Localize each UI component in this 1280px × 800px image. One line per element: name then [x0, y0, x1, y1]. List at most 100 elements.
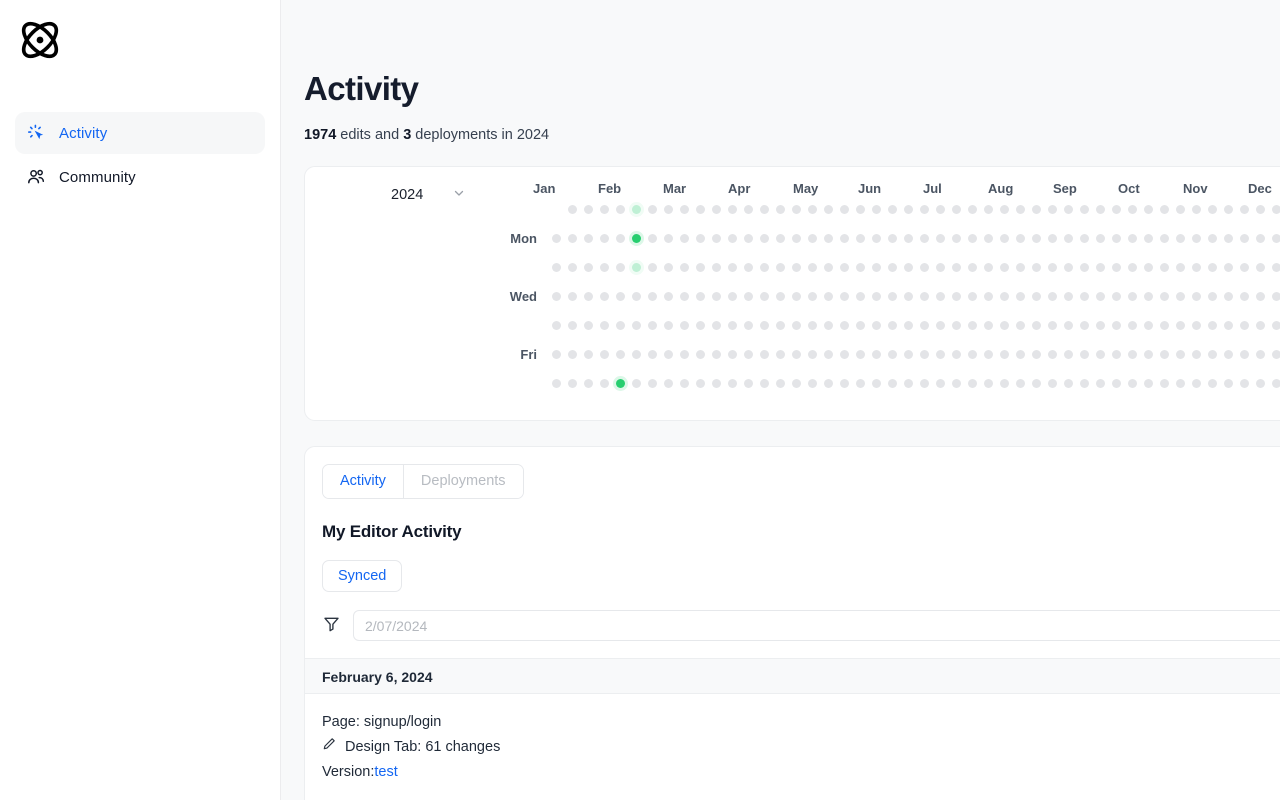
- heatmap-cell[interactable]: [1092, 253, 1108, 282]
- heatmap-cell[interactable]: [740, 369, 756, 398]
- heatmap-cell[interactable]: [1076, 282, 1092, 311]
- heatmap-cell[interactable]: [612, 195, 628, 224]
- heatmap-cell[interactable]: [548, 369, 564, 398]
- heatmap-cell[interactable]: [580, 311, 596, 340]
- heatmap-cell[interactable]: [724, 195, 740, 224]
- heatmap-cell[interactable]: [804, 340, 820, 369]
- heatmap-cell[interactable]: [1188, 311, 1204, 340]
- heatmap-cell[interactable]: [1060, 311, 1076, 340]
- heatmap-cell[interactable]: [948, 311, 964, 340]
- heatmap-cell[interactable]: [1252, 224, 1268, 253]
- heatmap-cell[interactable]: [596, 224, 612, 253]
- heatmap-cell[interactable]: [852, 340, 868, 369]
- heatmap-cell[interactable]: [564, 253, 580, 282]
- heatmap-cell[interactable]: [1188, 282, 1204, 311]
- heatmap-cell[interactable]: [1092, 311, 1108, 340]
- heatmap-cell[interactable]: [884, 253, 900, 282]
- heatmap-cell[interactable]: [740, 282, 756, 311]
- heatmap-cell[interactable]: [820, 340, 836, 369]
- heatmap-cell[interactable]: [772, 311, 788, 340]
- heatmap-cell[interactable]: [1252, 253, 1268, 282]
- heatmap-cell[interactable]: [1060, 253, 1076, 282]
- heatmap-cell[interactable]: [1188, 340, 1204, 369]
- sidebar-item-community[interactable]: Community: [15, 156, 265, 198]
- heatmap-cell[interactable]: [1252, 369, 1268, 398]
- heatmap-cell[interactable]: [1076, 311, 1092, 340]
- heatmap-cell[interactable]: [1156, 195, 1172, 224]
- heatmap-cell[interactable]: [868, 195, 884, 224]
- heatmap-cell[interactable]: [964, 195, 980, 224]
- heatmap-cell[interactable]: [868, 311, 884, 340]
- heatmap-cell[interactable]: [868, 224, 884, 253]
- heatmap-cell[interactable]: [1124, 224, 1140, 253]
- heatmap-cell[interactable]: [1012, 253, 1028, 282]
- heatmap-cell[interactable]: [788, 282, 804, 311]
- heatmap-cell[interactable]: [564, 282, 580, 311]
- heatmap-cell[interactable]: [804, 253, 820, 282]
- heatmap-cell[interactable]: [788, 224, 804, 253]
- heatmap-cell[interactable]: [692, 253, 708, 282]
- heatmap-cell[interactable]: [948, 340, 964, 369]
- heatmap-cell[interactable]: [836, 282, 852, 311]
- heatmap-cell[interactable]: [660, 369, 676, 398]
- heatmap-cell[interactable]: [1220, 224, 1236, 253]
- heatmap-cell[interactable]: [676, 311, 692, 340]
- heatmap-cell[interactable]: [1124, 253, 1140, 282]
- heatmap-cell[interactable]: [836, 224, 852, 253]
- heatmap-cell[interactable]: [724, 224, 740, 253]
- heatmap-cell[interactable]: [1204, 369, 1220, 398]
- heatmap-cell[interactable]: [948, 224, 964, 253]
- heatmap-cell[interactable]: [756, 224, 772, 253]
- heatmap-cell[interactable]: [1012, 369, 1028, 398]
- heatmap-cell[interactable]: [1140, 253, 1156, 282]
- heatmap-cell[interactable]: [756, 282, 772, 311]
- heatmap-cell[interactable]: [580, 253, 596, 282]
- heatmap-cell[interactable]: [1172, 195, 1188, 224]
- heatmap-cell[interactable]: [628, 224, 644, 253]
- heatmap-cell[interactable]: [980, 224, 996, 253]
- heatmap-cell[interactable]: [1044, 340, 1060, 369]
- heatmap-cell[interactable]: [1236, 340, 1252, 369]
- heatmap-cell[interactable]: [740, 195, 756, 224]
- tab-activity[interactable]: Activity: [323, 465, 403, 498]
- heatmap-cell[interactable]: [1220, 311, 1236, 340]
- heatmap-cell[interactable]: [932, 311, 948, 340]
- heatmap-cell[interactable]: [564, 311, 580, 340]
- heatmap-cell[interactable]: [804, 282, 820, 311]
- heatmap-cell[interactable]: [1220, 195, 1236, 224]
- heatmap-cell[interactable]: [1268, 195, 1280, 224]
- heatmap-cell[interactable]: [852, 282, 868, 311]
- heatmap-cell[interactable]: [612, 253, 628, 282]
- heatmap-cell[interactable]: [1140, 224, 1156, 253]
- heatmap-cell[interactable]: [644, 195, 660, 224]
- heatmap-cell[interactable]: [900, 253, 916, 282]
- heatmap-cell[interactable]: [676, 195, 692, 224]
- heatmap-cell[interactable]: [628, 340, 644, 369]
- funnel-icon[interactable]: [322, 614, 341, 638]
- heatmap-cell[interactable]: [820, 195, 836, 224]
- heatmap-cell[interactable]: [916, 224, 932, 253]
- heatmap-cell[interactable]: [1108, 369, 1124, 398]
- heatmap-cell[interactable]: [932, 253, 948, 282]
- heatmap-cell[interactable]: [1236, 282, 1252, 311]
- heatmap-cell[interactable]: [996, 311, 1012, 340]
- heatmap-cell[interactable]: [1156, 253, 1172, 282]
- heatmap-cell[interactable]: [964, 369, 980, 398]
- heatmap-cell[interactable]: [1268, 253, 1280, 282]
- heatmap-cell[interactable]: [900, 311, 916, 340]
- heatmap-cell[interactable]: [916, 340, 932, 369]
- heatmap-cell[interactable]: [708, 253, 724, 282]
- heatmap-cell[interactable]: [1172, 224, 1188, 253]
- heatmap-cell[interactable]: [772, 340, 788, 369]
- heatmap-cell[interactable]: [1204, 340, 1220, 369]
- heatmap-cell[interactable]: [1156, 369, 1172, 398]
- heatmap-cell[interactable]: [580, 195, 596, 224]
- heatmap-cell[interactable]: [772, 253, 788, 282]
- heatmap-cell[interactable]: [1076, 369, 1092, 398]
- heatmap-cell[interactable]: [596, 282, 612, 311]
- heatmap-cell[interactable]: [676, 340, 692, 369]
- heatmap-cell[interactable]: [644, 369, 660, 398]
- heatmap-cell[interactable]: [628, 253, 644, 282]
- heatmap-cell[interactable]: [932, 369, 948, 398]
- heatmap-cell[interactable]: [1076, 340, 1092, 369]
